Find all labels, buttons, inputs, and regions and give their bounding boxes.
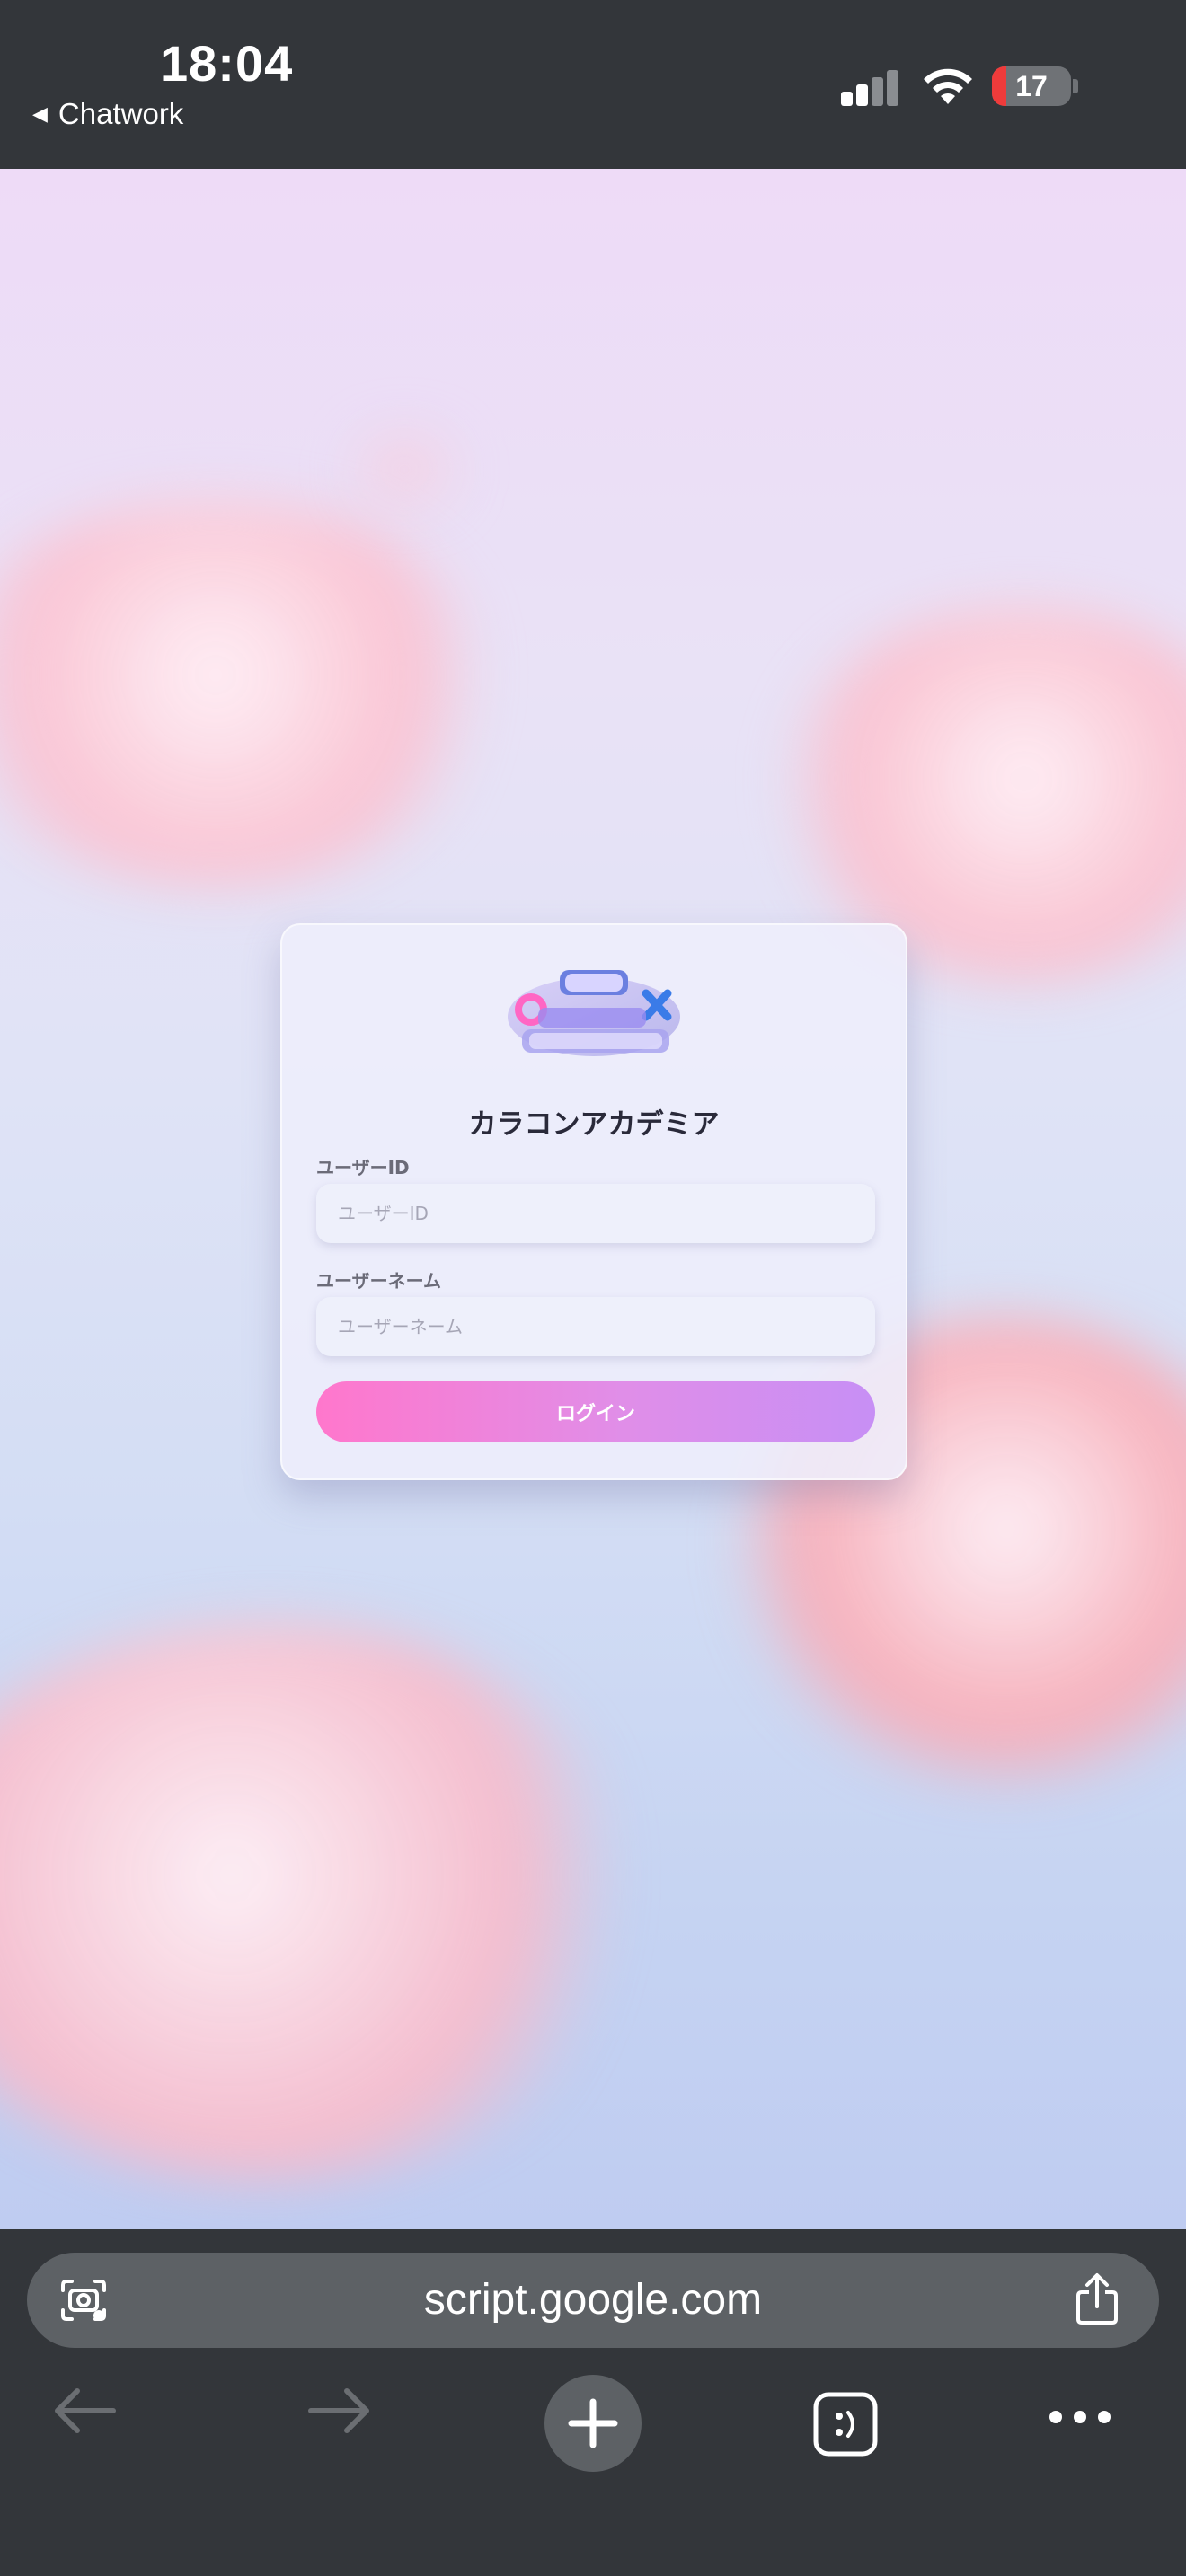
tabs-icon[interactable]	[812, 2391, 879, 2457]
battery-cap	[1073, 79, 1078, 93]
username-label: ユーザーネーム	[316, 1270, 441, 1292]
new-tab-button[interactable]	[544, 2375, 642, 2472]
user-id-input[interactable]	[316, 1184, 875, 1243]
cellular-signal-icon	[841, 68, 898, 106]
status-bar: 18:04 ◀ Chatwork 17	[0, 0, 1186, 169]
share-icon[interactable]	[1073, 2272, 1121, 2326]
battery-indicator: 17	[992, 66, 1071, 106]
user-id-label: ユーザーID	[316, 1157, 410, 1178]
cloud-decoration	[0, 501, 503, 887]
back-arrow-icon[interactable]	[50, 2384, 119, 2438]
app-title: カラコンアカデミア	[468, 1108, 720, 1141]
battery-level: 17	[1015, 70, 1048, 102]
login-button[interactable]: ログイン	[316, 1381, 875, 1442]
back-to-app-button[interactable]: ◀ Chatwork	[32, 97, 183, 131]
web-content: カラコンアカデミア ユーザーID ユーザーネーム ログイン	[0, 169, 1186, 2229]
cloud-decoration	[323, 429, 485, 510]
username-input[interactable]	[316, 1297, 875, 1356]
status-time: 18:04	[160, 35, 294, 92]
url-text: script.google.com	[423, 2276, 763, 2324]
cloud-decoration	[0, 1624, 647, 2181]
login-card: カラコンアカデミア ユーザーID ユーザーネーム ログイン	[280, 923, 907, 1480]
quiz-karakon-academia-logo-icon	[508, 970, 680, 1056]
more-icon[interactable]	[1048, 2409, 1112, 2425]
back-triangle-icon: ◀	[32, 102, 48, 125]
new-tab-plus-icon	[568, 2398, 618, 2448]
back-app-label: Chatwork	[58, 97, 184, 130]
wifi-icon	[924, 68, 972, 104]
browser-toolbar: script.google.com	[0, 2229, 1186, 2576]
forward-arrow-icon[interactable]	[305, 2384, 374, 2438]
address-bar[interactable]: script.google.com	[27, 2253, 1159, 2348]
